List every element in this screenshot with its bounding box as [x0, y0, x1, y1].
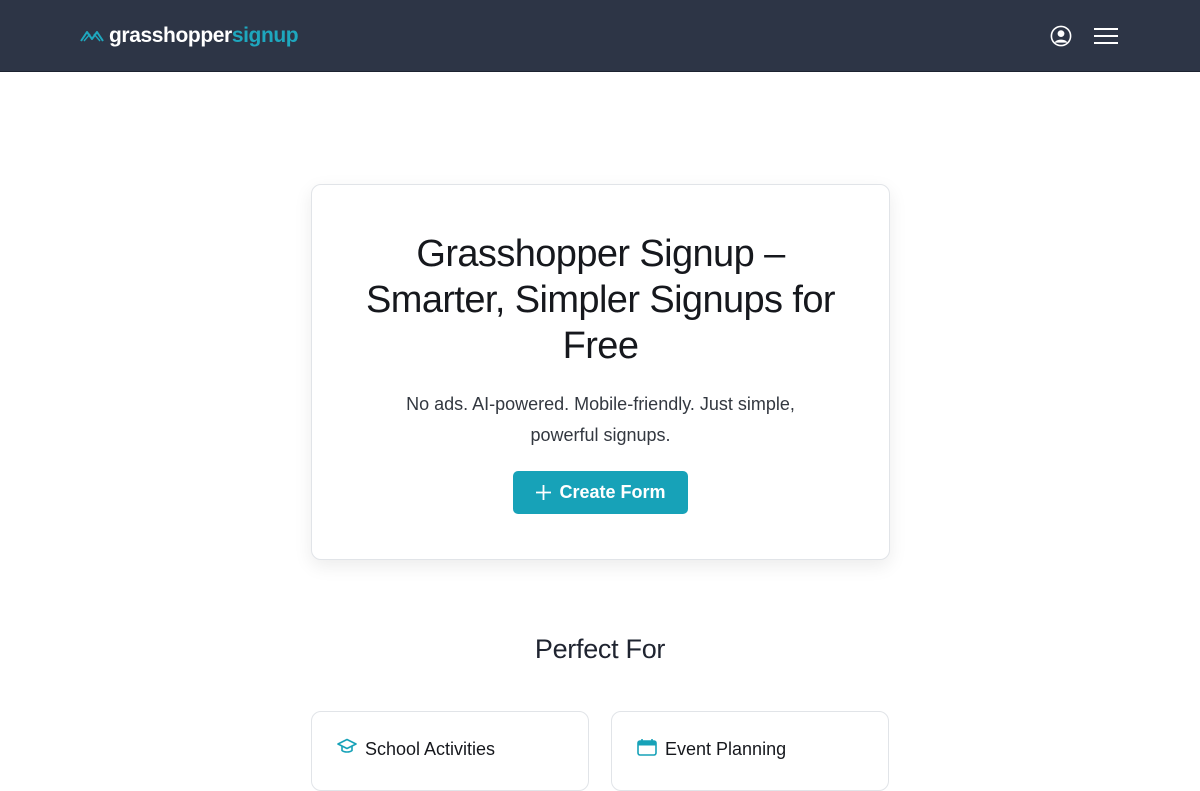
menu-toggle-button[interactable]	[1094, 26, 1118, 46]
brand-logo-link[interactable]: grasshoppersignup	[80, 24, 299, 47]
brand-name: grasshoppersignup	[109, 24, 299, 47]
user-circle-icon	[1050, 25, 1072, 46]
feature-card-event-planning: Event Planning	[611, 711, 889, 791]
graduation-cap-icon	[337, 738, 357, 753]
brand-name-part1: grasshopper	[109, 24, 232, 47]
section-title: Perfect For	[534, 634, 666, 664]
hero-card: Grasshopper Signup – Smarter, Simpler Si…	[311, 184, 890, 560]
hero-subtitle: No ads. AI-powered. Mobile-friendly. Jus…	[406, 394, 795, 445]
navbar-actions	[1050, 25, 1118, 47]
feature-card-school-activities: School Activities	[311, 711, 589, 791]
feature-label: Event Planning	[665, 739, 787, 759]
calendar-icon	[637, 739, 657, 756]
top-navbar: grasshoppersignup	[0, 0, 1200, 72]
create-form-button[interactable]: Create Form	[513, 471, 688, 514]
create-form-label: Create Form	[559, 482, 666, 502]
grasshopper-logo-icon	[80, 30, 104, 42]
plus-icon	[536, 485, 552, 500]
brand-name-part2: signup	[231, 24, 299, 47]
feature-label: School Activities	[365, 739, 496, 759]
hero-title: Grasshopper Signup – Smarter, Simpler Si…	[366, 233, 836, 367]
account-button[interactable]	[1050, 25, 1072, 47]
hamburger-menu-icon	[1094, 27, 1118, 44]
